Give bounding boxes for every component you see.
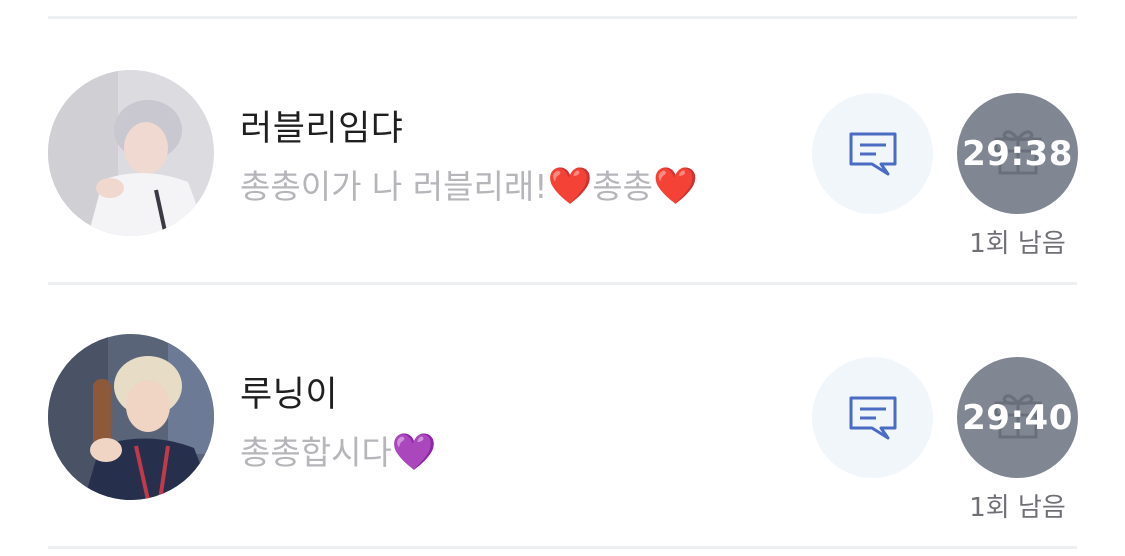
friend-row[interactable]: 루닝이 총총합시다💜 29:40 1회 남음 (0, 284, 1125, 549)
avatar-photo (48, 70, 214, 236)
avatar[interactable] (48, 70, 214, 236)
friend-name: 러블리임댜 (240, 109, 404, 149)
send-message-button[interactable] (812, 357, 933, 478)
heart-emoji: ❤️ (547, 166, 593, 207)
purple-heart-emoji: 💜 (391, 432, 437, 473)
avatar-photo (48, 334, 214, 500)
timer-text: 29:40 (962, 397, 1073, 438)
friend-list: 러블리임댜 총총이가 나 러블리래!❤️총총❤️ 29:38 1회 남음 루닝이… (0, 0, 1125, 556)
heart-emoji: ❤️ (653, 166, 698, 207)
friend-name: 루닝이 (240, 375, 339, 415)
avatar[interactable] (48, 334, 214, 500)
timer-text: 29:38 (962, 133, 1073, 174)
chat-bubble-icon (849, 132, 896, 175)
status-text-2: 총총 (592, 167, 654, 206)
send-message-button[interactable] (812, 93, 933, 214)
divider-bottom (48, 546, 1077, 549)
status-text: 총총합시다 (240, 433, 392, 472)
cooldown-timer-button[interactable]: 29:40 (957, 357, 1078, 478)
status-text: 총총이가 나 러블리래! (240, 167, 548, 206)
friend-status-message: 총총합시다💜 (240, 426, 437, 474)
chat-bubble-icon (849, 396, 896, 439)
friend-row[interactable]: 러블리임댜 총총이가 나 러블리래!❤️총총❤️ 29:38 1회 남음 (0, 18, 1125, 283)
cooldown-timer-button[interactable]: 29:38 (957, 93, 1078, 214)
remaining-count: 1회 남음 (969, 229, 1066, 259)
friend-status-message: 총총이가 나 러블리래!❤️총총❤️ (240, 160, 698, 208)
remaining-count: 1회 남음 (969, 493, 1066, 523)
